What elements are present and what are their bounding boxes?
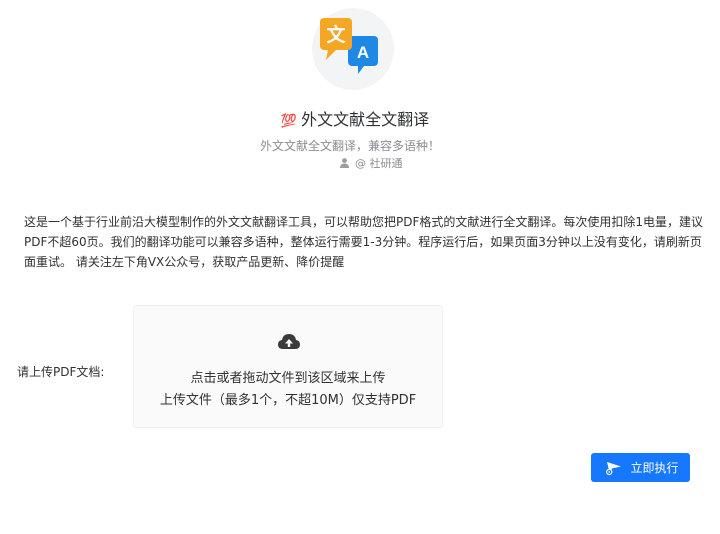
page-title: 💯 外文文献全文翻译 xyxy=(0,106,710,130)
upload-label: 请上传PDF文档: xyxy=(17,365,105,379)
page: A 文 💯 外文文献全文翻译 外文文献全文翻译，兼容多语种！ @ 社研通 这是一个… xyxy=(0,0,720,534)
upload-hint-primary: 点击或者拖动文件到该区域来上传 xyxy=(190,371,386,386)
cloud-upload-icon xyxy=(278,334,300,349)
translate-icon: A 文 xyxy=(320,18,378,74)
run-button[interactable]: 立即执行 xyxy=(591,453,690,482)
user-icon xyxy=(340,158,349,168)
author-info: @ 社研通 xyxy=(340,155,403,171)
app-logo: A 文 xyxy=(312,8,394,90)
app-subtitle: 外文文献全文翻译，兼容多语种！ xyxy=(259,139,440,153)
author-name: @ 社研通 xyxy=(355,157,403,170)
hundred-points-icon: 💯 xyxy=(280,114,298,129)
run-button-label: 立即执行 xyxy=(630,461,679,475)
upload-dropzone[interactable]: 点击或者拖动文件到该区域来上传 上传文件（最多1个，不超10M）仅支持PDF xyxy=(133,305,443,428)
app-title-text: 外文文献全文翻译 xyxy=(301,110,430,129)
svg-text:A: A xyxy=(357,43,369,62)
svg-text:文: 文 xyxy=(326,23,346,46)
send-icon xyxy=(606,461,622,475)
tool-description: 这是一个基于行业前沿大模型制作的外文文献翻译工具，可以帮助您把PDF格式的文献进… xyxy=(24,215,704,269)
upload-hint-secondary: 上传文件（最多1个，不超10M）仅支持PDF xyxy=(159,393,417,408)
